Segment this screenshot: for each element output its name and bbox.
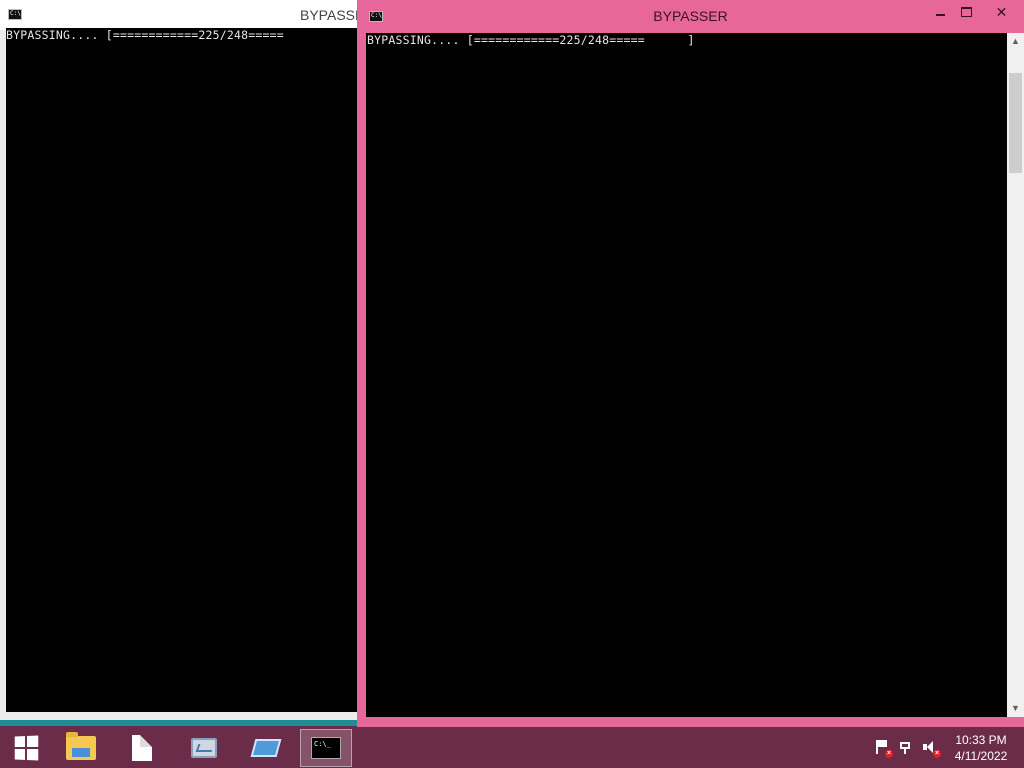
minimize-button[interactable] bbox=[927, 0, 953, 24]
maximize-button[interactable] bbox=[953, 0, 979, 24]
vertical-scrollbar[interactable]: ▲ ▼ bbox=[1007, 33, 1024, 717]
console-window-front[interactable]: BYPASSER ✕ BYPASSING.... [============22… bbox=[357, 0, 1024, 727]
taskbar-command-prompt[interactable] bbox=[300, 729, 352, 767]
taskbar: × × 10:33 PM 4/11/2022 bbox=[0, 727, 1024, 768]
taskbar-remote-desktop[interactable] bbox=[240, 729, 292, 767]
scroll-up-arrow-icon[interactable]: ▲ bbox=[1007, 33, 1024, 50]
command-prompt-icon bbox=[311, 737, 341, 759]
clock-date: 4/11/2022 bbox=[954, 749, 1008, 763]
console-output-front: BYPASSING.... [============225/248===== … bbox=[367, 33, 695, 47]
taskbar-performance-monitor[interactable] bbox=[178, 729, 230, 767]
close-button[interactable]: ✕ bbox=[979, 0, 1024, 24]
document-icon bbox=[132, 735, 152, 761]
scrollbar-thumb[interactable] bbox=[1009, 73, 1022, 173]
remote-desktop-icon bbox=[250, 739, 282, 757]
console-output-back: BYPASSING.... [============225/248===== bbox=[6, 28, 284, 42]
title-bar-back[interactable]: BYPASSE bbox=[0, 0, 364, 30]
scroll-down-arrow-icon[interactable]: ▼ bbox=[1007, 700, 1024, 717]
file-explorer-icon bbox=[66, 732, 96, 760]
performance-monitor-icon bbox=[191, 738, 217, 758]
close-icon: ✕ bbox=[995, 3, 1008, 20]
volume-muted-icon[interactable]: × bbox=[922, 739, 941, 758]
taskbar-document[interactable] bbox=[116, 729, 168, 767]
maximize-icon bbox=[960, 7, 972, 17]
window-title-front: BYPASSER bbox=[653, 8, 728, 24]
console-window-back[interactable]: BYPASSE BYPASSING.... [============225/2… bbox=[0, 0, 364, 726]
console-app-icon bbox=[8, 9, 22, 20]
background-strip bbox=[0, 720, 360, 726]
action-center-flag-icon[interactable]: × bbox=[874, 739, 893, 758]
start-button[interactable] bbox=[0, 729, 52, 767]
system-clock[interactable]: 10:33 PM 4/11/2022 bbox=[946, 732, 1016, 764]
console-area-back[interactable]: BYPASSING.... [============225/248===== bbox=[6, 28, 358, 712]
minimize-icon bbox=[935, 14, 945, 16]
taskbar-file-explorer[interactable] bbox=[55, 729, 107, 767]
console-area-front[interactable]: BYPASSING.... [============225/248===== … bbox=[366, 33, 1007, 717]
windows-logo-icon bbox=[14, 735, 39, 761]
clock-time: 10:33 PM bbox=[955, 733, 1007, 747]
network-icon[interactable] bbox=[898, 739, 914, 755]
window-title-back: BYPASSE bbox=[300, 7, 365, 23]
